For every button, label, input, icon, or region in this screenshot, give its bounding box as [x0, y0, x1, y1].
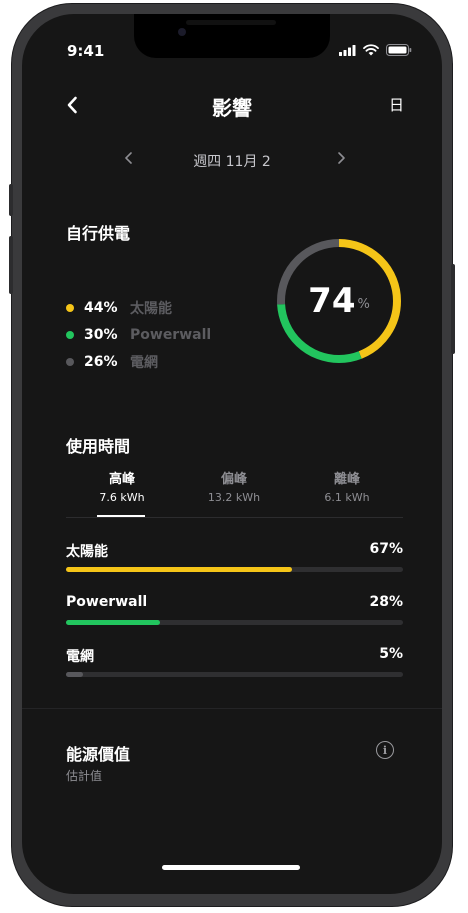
self-powered-donut: 74 %: [272, 234, 406, 368]
bar-label: 電網: [66, 649, 94, 665]
energy-value-subtitle: 估計值: [66, 769, 103, 783]
page-title: 影響: [212, 96, 252, 120]
legend-percent: 44%: [84, 299, 118, 316]
tab-off-peak[interactable]: 離峰 6.1 kWh: [291, 468, 403, 504]
legend-item-solar: 44% 太陽能: [66, 294, 211, 321]
bar-percent: 28%: [369, 594, 403, 610]
tab-peak[interactable]: 高峰 7.6 kWh: [66, 468, 178, 504]
tabs-divider: [66, 517, 403, 518]
legend-label: Powerwall: [130, 326, 212, 343]
camera: [178, 28, 186, 36]
usage-bar-powerwall: Powerwall 28%: [66, 594, 403, 628]
home-indicator[interactable]: [162, 865, 300, 870]
legend-label: 太陽能: [130, 300, 172, 317]
top-bar: 影響 日: [22, 92, 442, 122]
bar-fill: [66, 620, 161, 625]
legend-percent: 30%: [84, 326, 118, 343]
legend-item-grid: 26% 電網: [66, 348, 211, 375]
tab-value: 13.2 kWh: [207, 491, 261, 504]
usage-bar-solar: 太陽能 67%: [66, 541, 403, 575]
app-screen: 9:41 影響 日 週四 11月 2 自行供電 44% 太陽能 30% Powe…: [22, 14, 442, 894]
tab-mid-peak[interactable]: 偏峰 13.2 kWh: [178, 468, 290, 504]
bar-track: [66, 672, 403, 677]
tab-name: 高峰: [108, 472, 135, 487]
legend-percent: 26%: [84, 353, 118, 370]
phone-side-button: [9, 236, 13, 294]
bar-track: [66, 567, 403, 572]
cellular-signal-icon: [339, 44, 356, 56]
usage-bar-grid: 電網 5%: [66, 646, 403, 680]
period-day-button[interactable]: 日: [389, 94, 404, 115]
bar-track: [66, 620, 403, 625]
legend-item-powerwall: 30% Powerwall: [66, 321, 211, 348]
phone-side-button: [451, 264, 455, 354]
powerwall-dot-icon: [66, 330, 74, 339]
status-icons: [339, 44, 412, 56]
date-label[interactable]: 週四 11月 2: [22, 151, 442, 171]
bar-fill: [66, 672, 83, 677]
speaker-grille: [186, 20, 276, 25]
date-navigator: 週四 11月 2: [22, 150, 442, 172]
bar-label: Powerwall: [66, 594, 148, 610]
legend-label: 電網: [130, 354, 158, 371]
tab-name: 偏峰: [220, 472, 247, 487]
self-powered-title: 自行供電: [66, 224, 131, 243]
usage-time-title: 使用時間: [66, 437, 131, 456]
battery-icon: [386, 44, 412, 56]
phone-side-button: [9, 184, 13, 216]
info-icon[interactable]: i: [376, 741, 394, 759]
chevron-right-icon: [338, 152, 345, 164]
self-powered-percent: 74: [308, 281, 356, 321]
bar-percent: 67%: [369, 541, 403, 557]
self-powered-legend: 44% 太陽能 30% Powerwall 26% 電網: [66, 294, 211, 375]
solar-dot-icon: [66, 303, 74, 312]
tab-value: 6.1 kWh: [324, 491, 370, 504]
tab-name: 離峰: [333, 472, 360, 487]
bar-percent: 5%: [379, 646, 403, 662]
percent-unit: %: [357, 296, 370, 312]
energy-value-title: 能源價值: [66, 745, 131, 764]
notch: [134, 14, 330, 58]
tab-value: 7.6 kWh: [99, 491, 145, 504]
time-of-use-tabs: 高峰 7.6 kWh 偏峰 13.2 kWh 離峰 6.1 kWh: [66, 468, 403, 520]
next-date-button[interactable]: [337, 150, 346, 169]
donut-center: 74 %: [272, 234, 406, 368]
wifi-icon: [363, 44, 379, 56]
bar-label: 太陽能: [66, 544, 108, 560]
bar-fill: [66, 567, 292, 572]
status-time: 9:41: [67, 42, 105, 60]
section-divider: [22, 708, 442, 709]
grid-dot-icon: [66, 357, 74, 366]
